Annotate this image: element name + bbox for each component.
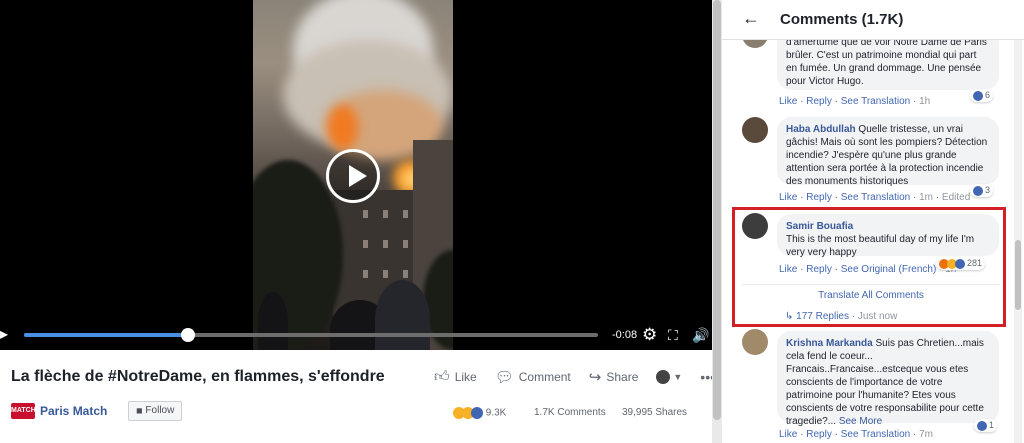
comment-text: d'amertume que de voir Notre Dame de Par…	[786, 37, 987, 87]
fullscreen-icon[interactable]: ⛶	[668, 322, 678, 348]
page-logo[interactable]: MATCH	[11, 403, 36, 419]
comments-header: ← Comments (1.7K)	[722, 0, 1024, 40]
page-name-link[interactable]: Paris Match	[40, 404, 107, 418]
comment-text: Suis pas Chretien...mais cela fend le co…	[786, 338, 984, 427]
comment-button[interactable]: 💬︎ Comment	[495, 368, 571, 386]
comments-count[interactable]: 1.7K Comments	[534, 407, 606, 418]
reaction-badge[interactable]: 1	[974, 419, 998, 432]
play-small-icon[interactable]: ▸	[0, 322, 8, 348]
follow-label: Follow	[145, 405, 175, 416]
video-controls: ▸ -0:08 ⚙ ⛶ 🔊	[0, 322, 712, 348]
avatar[interactable]	[742, 329, 768, 355]
reaction-badge[interactable]: 6	[970, 89, 994, 102]
like-reaction-icon	[977, 420, 987, 431]
reply-link[interactable]: Reply	[806, 96, 832, 107]
reactions-summary[interactable]: 9.3K	[453, 407, 506, 419]
see-more-link[interactable]: See More	[839, 416, 882, 427]
comment-author[interactable]: Krishna Markanda	[786, 338, 873, 349]
share-icon: ↪	[588, 369, 602, 386]
comment-meta: Like · Reply · See Translation · 7m	[779, 429, 934, 440]
comment-icon: 💬︎	[494, 369, 514, 386]
comment-label: Comment	[518, 370, 571, 384]
like-link[interactable]: Like	[779, 192, 797, 203]
chevron-down-icon: ▼	[673, 372, 683, 382]
comment-bubble: Krishna Markanda Suis pas Chretien...mai…	[777, 331, 999, 427]
see-translation-link[interactable]: See Translation	[841, 192, 911, 203]
like-button[interactable]: 👍︎ Like	[434, 368, 477, 386]
progress-bar[interactable]	[24, 333, 598, 337]
back-arrow-icon[interactable]: ←	[742, 8, 760, 29]
see-translation-link[interactable]: See Translation	[841, 429, 911, 440]
like-reaction-icon	[973, 90, 983, 101]
like-link[interactable]: Like	[779, 96, 797, 107]
reaction-count: 6	[985, 90, 991, 100]
share-label: Share	[606, 370, 639, 384]
reaction-count: 1	[989, 420, 995, 430]
comment-meta: Like · Reply · See Translation · 1m · Ed…	[779, 192, 971, 203]
volume-icon[interactable]: 🔊	[692, 322, 709, 348]
reply-link[interactable]: Reply	[806, 429, 832, 440]
scrollbar-thumb[interactable]	[713, 0, 721, 420]
edited-label: Edited	[941, 192, 971, 203]
panel-scrollbar[interactable]	[1014, 40, 1022, 443]
comment-author[interactable]: Haba Abdullah	[786, 124, 856, 135]
reactions-count: 9.3K	[485, 407, 507, 419]
like-reaction-icon	[471, 407, 483, 419]
like-link[interactable]: Like	[779, 429, 797, 440]
comment-meta: Like · Reply · See Translation · 1h	[779, 96, 931, 107]
follow-icon: ◼	[136, 406, 143, 415]
progress-fill	[24, 333, 191, 337]
reply-link[interactable]: Reply	[806, 192, 832, 203]
comment-time: 7m	[919, 429, 934, 440]
comments-title: Comments (1.7K)	[780, 11, 904, 28]
time-remaining: -0:08	[612, 329, 638, 341]
video-player[interactable]: ▸ -0:08 ⚙ ⛶ 🔊	[0, 0, 712, 350]
play-button[interactable]	[326, 149, 380, 203]
post-info: La flèche de #NotreDame, en flammes, s'e…	[0, 350, 715, 443]
globe-icon	[656, 370, 671, 384]
page-scrollbar[interactable]	[712, 0, 722, 443]
reaction-badge[interactable]: 3	[970, 184, 994, 197]
reaction-count: 3	[985, 185, 991, 195]
comment-bubble: Haba Abdullah Quelle tristesse, un vrai …	[777, 117, 999, 187]
like-label: Like	[454, 370, 477, 384]
post-actions: 👍︎ Like 💬︎ Comment ↪ Share ▼ •••	[434, 368, 733, 386]
highlight-box	[732, 207, 1006, 327]
progress-knob[interactable]	[181, 328, 195, 342]
app-root: ▸ -0:08 ⚙ ⛶ 🔊 La flèche de #NotreDame, e…	[0, 0, 1024, 443]
follow-button[interactable]: ◼ Follow	[128, 401, 183, 421]
share-button[interactable]: ↪ Share	[589, 368, 639, 386]
thumbs-up-icon: 👍︎	[434, 368, 450, 385]
panel-scrollbar-thumb[interactable]	[1015, 240, 1021, 310]
post-title: La flèche de #NotreDame, en flammes, s'e…	[11, 368, 385, 385]
gear-icon[interactable]: ⚙	[642, 322, 657, 348]
comment-time: 1m	[919, 192, 934, 203]
comment-time: 1h	[919, 96, 931, 107]
like-reaction-icon	[973, 185, 983, 196]
see-translation-link[interactable]: See Translation	[841, 96, 911, 107]
shares-count[interactable]: 39,995 Shares	[622, 407, 687, 418]
audience-selector[interactable]: ▼	[656, 370, 682, 384]
avatar[interactable]	[742, 117, 768, 143]
